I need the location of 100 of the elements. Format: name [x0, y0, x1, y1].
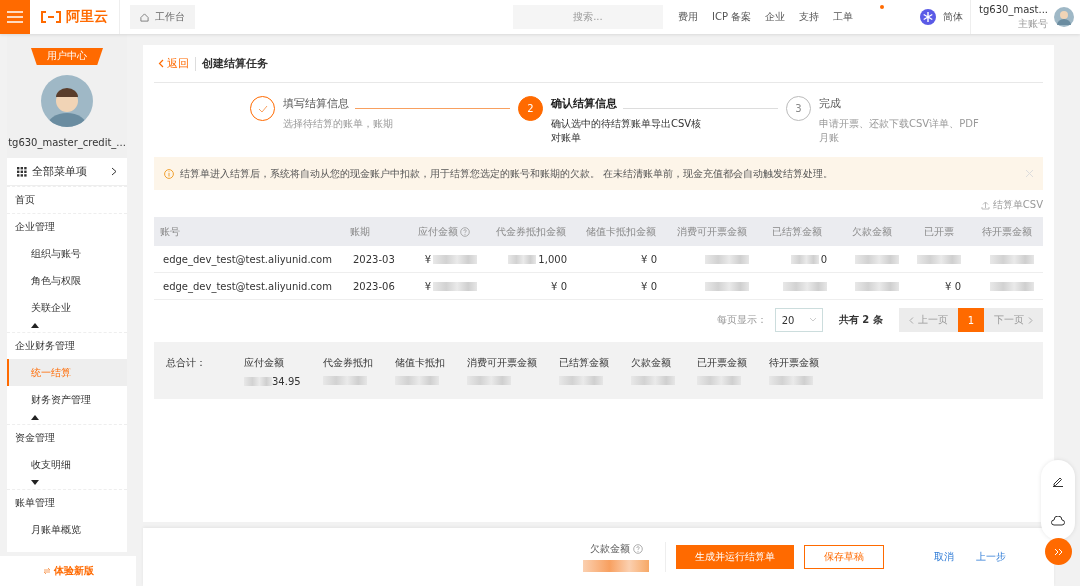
summary-item-label: 消费可开票金额 [466, 356, 537, 370]
blurred-value [768, 376, 813, 385]
cell-value: ¥ [424, 280, 431, 292]
summary-label: 总合计： [166, 356, 207, 370]
sidebar-item[interactable]: 月账单概览 [7, 516, 127, 543]
total-count: 共有 2 条 [838, 313, 883, 327]
step-indicator: 2 [518, 96, 543, 121]
blurred-value [790, 254, 819, 264]
step-description: 确认选中的待结算账单导出CSV核对账单 [551, 117, 703, 145]
nav-link[interactable]: ICP 备案 [711, 10, 752, 24]
chevron-right-icon [111, 167, 117, 176]
blurred-value [394, 376, 439, 385]
caret-down-icon[interactable] [31, 480, 39, 485]
cell-value: ¥ 0 [945, 280, 961, 292]
logo-icon [40, 11, 62, 23]
column-header: 代金券抵扣金额 [486, 217, 576, 246]
page-title: 创建结算任务 [202, 56, 268, 71]
nav-link[interactable]: 工单 [833, 10, 854, 24]
chevron-right-icon [1028, 316, 1033, 324]
cell-value: ¥ [424, 253, 431, 265]
username[interactable]: tg630_mast... [979, 3, 1048, 15]
blurred-value [705, 281, 749, 291]
blurred-value [696, 376, 741, 385]
workbench-button[interactable]: 工作台 [130, 5, 195, 29]
blurred-value [508, 254, 537, 264]
column-header: 已结算金额 [758, 217, 836, 246]
language-link[interactable]: 简体 [943, 10, 964, 24]
blurred-value [558, 376, 603, 385]
chevron-left-icon [908, 316, 914, 324]
cell-value: ¥ 0 [641, 280, 657, 292]
debt-label: 欠款金额 [589, 542, 630, 556]
blurred-value [783, 281, 827, 291]
cell-value: ¥ 0 [551, 280, 567, 292]
cloud-icon[interactable] [1051, 515, 1065, 526]
blurred-value [583, 560, 649, 572]
step-indicator: 3 [786, 96, 811, 121]
notice-text: 结算单进入结算后，系统将自动从您的现金账户中扣款，用于结算您选定的账号和账期的欠款。 在未结清账单前，现金充值都会自动触发结算处理。 [180, 166, 835, 181]
sidebar-item[interactable]: 首页 [7, 186, 127, 213]
summary-item-label: 代金券抵扣 [322, 356, 373, 370]
summary-item-label: 应付金额 [244, 356, 285, 370]
blurred-value [433, 254, 477, 264]
cell-value: ¥ 0 [641, 253, 657, 265]
step-description: 选择待结算的账单，账期 [283, 117, 394, 131]
step-description: 申请开票、还款下载CSV详单、PDF月账 [819, 117, 979, 145]
cell-value: 2023-03 [353, 253, 395, 265]
cancel-link[interactable]: 取消 [934, 550, 954, 564]
cell-value: 34.95 [272, 376, 301, 387]
page-size-label: 每页显示： [716, 313, 767, 327]
blurred-value [917, 254, 961, 264]
caret-up-icon[interactable] [31, 415, 39, 420]
column-header: 欠款金额 [836, 217, 908, 246]
previous-step-link[interactable]: 上一步 [976, 550, 1006, 564]
all-menu-button[interactable]: 全部菜单项 [7, 158, 127, 186]
notification-dot-icon [880, 5, 885, 9]
blurred-value [630, 376, 675, 385]
nav-link[interactable]: 费用 [677, 10, 698, 24]
cell-value: 2023-06 [353, 280, 395, 292]
summary-item-label: 储值卡抵扣 [394, 356, 445, 370]
caret-up-icon[interactable] [31, 323, 39, 328]
expand-button[interactable] [1045, 538, 1072, 565]
step-title: 填写结算信息 [283, 96, 349, 111]
sidebar-group[interactable]: 资金管理 [7, 424, 127, 451]
blurred-value [990, 281, 1034, 291]
blurred-value [990, 254, 1034, 264]
upload-icon [980, 200, 990, 210]
blurred-value [244, 377, 272, 386]
check-icon [257, 104, 268, 113]
column-header: 账期 [344, 217, 402, 246]
sidebar-item[interactable]: 收支明细 [7, 451, 127, 478]
chevron-down-icon [809, 318, 816, 322]
double-chevron-icon [1053, 547, 1064, 556]
asterisk-icon[interactable] [920, 9, 937, 25]
sidebar-group[interactable]: 账单管理 [7, 489, 127, 516]
logo-text: 阿里云 [66, 8, 108, 26]
nav-link[interactable]: 支持 [799, 10, 820, 24]
avatar-icon [41, 75, 93, 127]
avatar-icon[interactable] [1054, 7, 1074, 27]
blurred-value [466, 376, 511, 385]
column-header: 待开票金额 [970, 217, 1043, 246]
sidebar-item[interactable]: 关联企业 [7, 294, 127, 321]
sidebar-group[interactable]: 企业管理 [7, 213, 127, 240]
blurred-value [705, 254, 749, 264]
summary-item-label: 待开票金额 [768, 356, 819, 370]
step-title: 确认结算信息 [551, 96, 617, 111]
nav-link[interactable]: 企业 [765, 10, 786, 24]
sidebar-item[interactable]: 财务资产管理 [7, 386, 127, 413]
blurred-value [322, 376, 367, 385]
column-header: 账号 [154, 217, 344, 246]
blurred-value [855, 254, 899, 264]
account-type: 主账号 [1018, 16, 1048, 31]
blurred-value [433, 281, 477, 291]
sidebar-item[interactable]: 组织与账号 [7, 240, 127, 267]
column-header: 储值卡抵扣金额 [576, 217, 666, 246]
page-size-select[interactable]: 20 [774, 308, 823, 332]
sidebar-username: tg630_master_credit_... [8, 137, 126, 148]
swap-icon [42, 567, 51, 575]
summary-item-label: 已开票金额 [696, 356, 747, 370]
grid-icon [17, 166, 27, 177]
cell-value: edge_dev_test@test.aliyunid.com [163, 253, 332, 265]
sidebar-item[interactable]: 角色与权限 [7, 267, 127, 294]
